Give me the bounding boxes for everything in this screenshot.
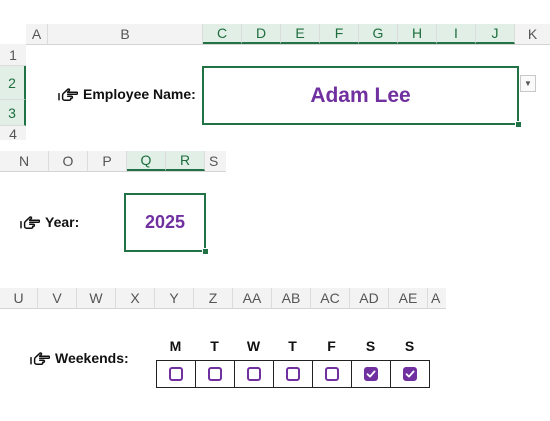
column-header-p[interactable]: P <box>88 151 127 171</box>
pointing-hand-icon <box>30 352 50 365</box>
weekend-cell-sunday[interactable] <box>390 360 430 388</box>
column-header-strip-year: N O P Q R S <box>0 151 226 172</box>
column-header-n[interactable]: N <box>0 151 49 171</box>
column-header-h[interactable]: H <box>398 24 437 44</box>
row-header-2[interactable]: 2 <box>0 66 26 100</box>
year-cell[interactable]: 2025 <box>124 193 206 252</box>
pointing-hand-icon <box>20 216 40 229</box>
checkmark-icon <box>366 370 376 378</box>
column-header-d[interactable]: D <box>242 24 281 44</box>
weekend-cell-saturday[interactable] <box>351 360 391 388</box>
weekend-cell-friday[interactable] <box>312 360 352 388</box>
weekends-label-text: Weekends: <box>55 350 129 366</box>
column-header-b[interactable]: B <box>48 24 203 44</box>
row-header-4[interactable]: 4 <box>0 126 26 140</box>
weekend-checkbox-friday[interactable] <box>325 367 339 381</box>
employee-name-dropdown-button[interactable]: ▼ <box>520 75 536 92</box>
column-header-z[interactable]: Z <box>194 288 233 308</box>
column-header-v[interactable]: V <box>38 288 77 308</box>
day-letter-wednesday: W <box>246 338 261 354</box>
checkmark-icon <box>405 370 415 378</box>
weekend-checkbox-tuesday[interactable] <box>208 367 222 381</box>
column-header-strip-weekends: U V W X Y Z AA AB AC AD AE A <box>0 288 446 309</box>
spreadsheet-canvas: A B C D E F G H I J K 1 2 3 4 Employee N… <box>0 0 550 421</box>
column-header-e[interactable]: E <box>281 24 320 44</box>
column-header-ab[interactable]: AB <box>272 288 311 308</box>
column-header-s[interactable]: S <box>205 151 226 171</box>
column-header-strip-top: A B C D E F G H I J K <box>26 24 550 45</box>
year-label: Year: <box>20 214 79 230</box>
column-header-r[interactable]: R <box>166 151 205 171</box>
row-header-1[interactable]: 1 <box>0 44 26 66</box>
day-letter-monday: M <box>169 338 182 354</box>
column-header-q[interactable]: Q <box>127 151 166 171</box>
column-header-ac[interactable]: AC <box>311 288 350 308</box>
fill-handle[interactable] <box>515 121 522 128</box>
year-value: 2025 <box>144 212 186 232</box>
column-header-y[interactable]: Y <box>155 288 194 308</box>
column-header-w[interactable]: W <box>77 288 116 308</box>
weekends-label: Weekends: <box>30 350 129 366</box>
day-letter-friday: F <box>327 338 336 354</box>
chevron-down-icon: ▼ <box>524 79 532 88</box>
row-header-3[interactable]: 3 <box>0 100 26 126</box>
weekend-checkbox-sunday[interactable] <box>403 367 417 381</box>
column-header-c[interactable]: C <box>203 24 242 44</box>
weekend-checkbox-monday[interactable] <box>169 367 183 381</box>
day-letter-saturday: S <box>365 338 376 354</box>
column-header-aa[interactable]: AA <box>233 288 272 308</box>
column-header-j[interactable]: J <box>476 24 515 44</box>
column-header-u[interactable]: U <box>0 288 38 308</box>
column-header-k[interactable]: K <box>515 24 550 44</box>
column-header-a[interactable]: A <box>26 24 48 44</box>
column-header-x[interactable]: X <box>116 288 155 308</box>
weekend-cell-thursday[interactable] <box>273 360 313 388</box>
weekend-checkbox-thursday[interactable] <box>286 367 300 381</box>
employee-name-label-text: Employee Name: <box>83 86 196 102</box>
day-letter-thursday: T <box>288 338 297 354</box>
column-header-ae[interactable]: AE <box>389 288 428 308</box>
weekend-cell-tuesday[interactable] <box>195 360 235 388</box>
column-header-af-partial[interactable]: A <box>428 288 446 308</box>
employee-name-value: Adam Lee <box>310 83 411 107</box>
weekend-checkbox-wednesday[interactable] <box>247 367 261 381</box>
weekend-cell-wednesday[interactable] <box>234 360 274 388</box>
column-header-o[interactable]: O <box>49 151 88 171</box>
employee-name-label: Employee Name: <box>58 86 196 102</box>
year-label-text: Year: <box>45 214 80 230</box>
day-letter-sunday: S <box>404 338 415 354</box>
pointing-hand-icon <box>58 88 78 101</box>
weekend-checkbox-saturday[interactable] <box>364 367 378 381</box>
column-header-f[interactable]: F <box>320 24 359 44</box>
weekend-cell-monday[interactable] <box>156 360 196 388</box>
employee-name-cell[interactable]: Adam Lee <box>202 66 519 125</box>
column-header-ad[interactable]: AD <box>350 288 389 308</box>
column-header-g[interactable]: G <box>359 24 398 44</box>
day-letter-tuesday: T <box>210 338 219 354</box>
year-fill-handle[interactable] <box>202 248 209 255</box>
column-header-i[interactable]: I <box>437 24 476 44</box>
